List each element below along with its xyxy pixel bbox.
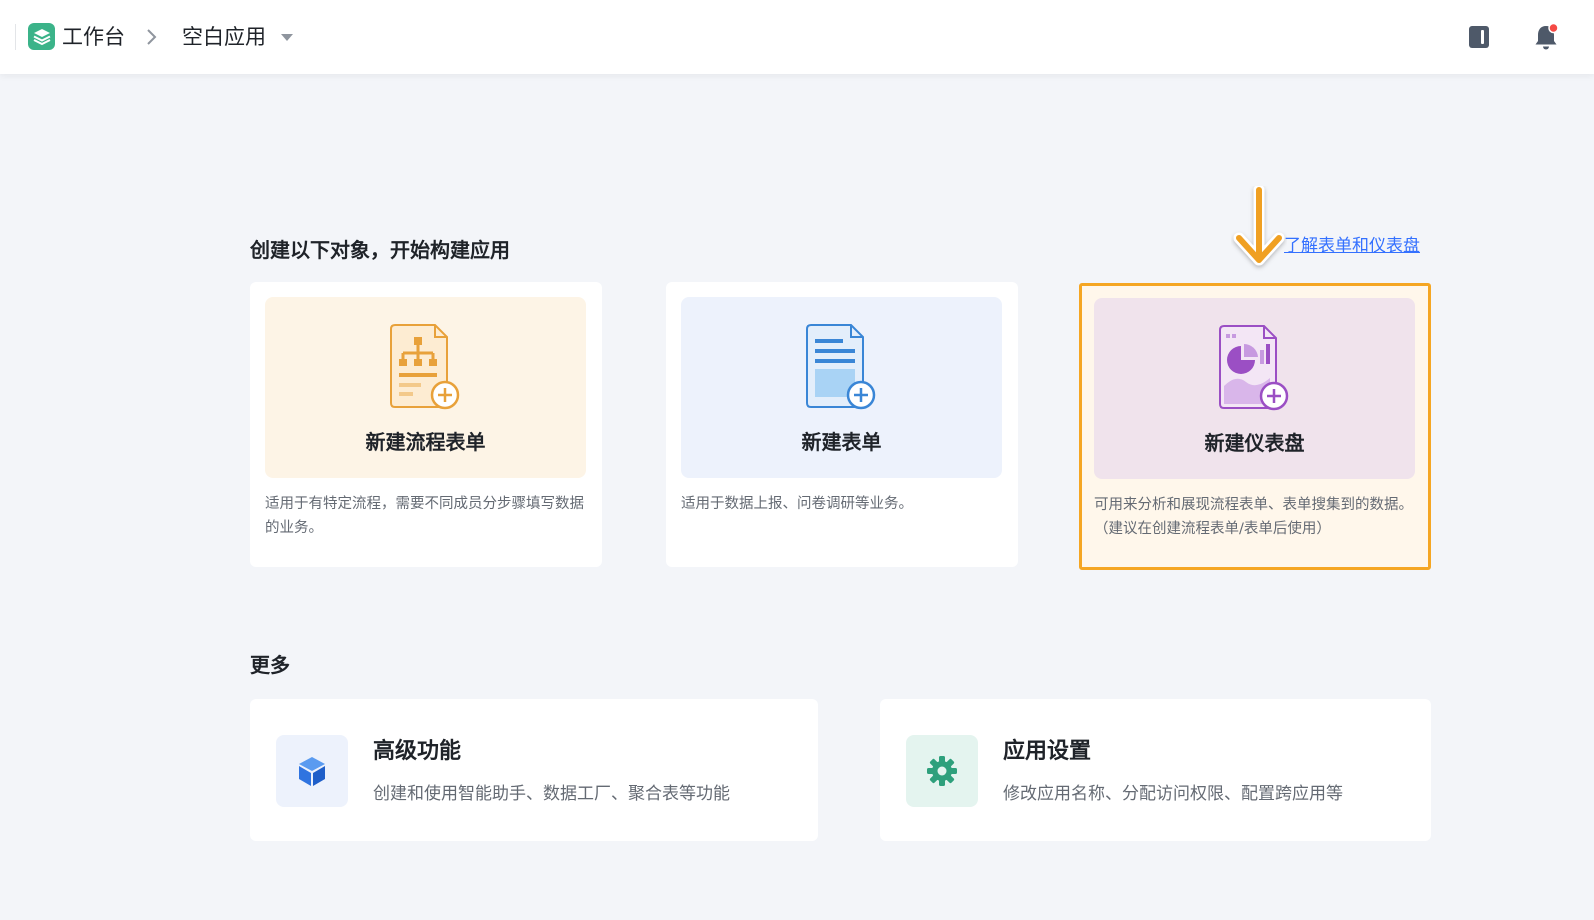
dashboard-icon xyxy=(1219,325,1289,411)
card-label: 新建表单 xyxy=(801,430,882,454)
breadcrumb-home[interactable]: 工作台 xyxy=(62,22,125,52)
topbar-divider xyxy=(15,24,16,50)
top-bar: 工作台 空白应用 xyxy=(0,0,1594,74)
cube-icon-box xyxy=(276,735,348,807)
caret-down-icon[interactable] xyxy=(280,30,294,44)
learn-forms-dashboards-link[interactable]: 了解表单和仪表盘 xyxy=(1284,233,1420,259)
card-description: 适用于数据上报、问卷调研等业务。 xyxy=(681,496,913,512)
create-section-title: 创建以下对象，开始构建应用 xyxy=(250,238,510,262)
more-item-description: 修改应用名称、分配访问权限、配置跨应用等 xyxy=(1003,784,1343,804)
more-item-title: 高级功能 xyxy=(373,739,462,764)
create-flow-form-card[interactable]: 新建流程表单 适用于有特定流程，需要不同成员分步骤填写数据的业务。 xyxy=(250,282,602,567)
form-icon xyxy=(806,324,876,410)
card-label: 新建仪表盘 xyxy=(1204,431,1305,455)
notification-bell-icon[interactable] xyxy=(1532,22,1560,52)
gear-icon-box xyxy=(906,735,978,807)
app-settings-card[interactable]: 应用设置 修改应用名称、分配访问权限、配置跨应用等 xyxy=(880,699,1431,841)
more-section-title: 更多 xyxy=(250,653,290,677)
flow-form-icon xyxy=(390,324,460,410)
create-form-card[interactable]: 新建表单 适用于数据上报、问卷调研等业务。 xyxy=(666,282,1018,567)
form-banner[interactable]: 新建表单 xyxy=(681,297,1002,478)
card-label: 新建流程表单 xyxy=(365,430,486,454)
chevron-right-icon xyxy=(147,29,157,45)
breadcrumb-app[interactable]: 空白应用 xyxy=(182,22,266,52)
create-dashboard-card[interactable]: 新建仪表盘 可用来分析和展现流程表单、表单搜集到的数据。（建议在创建流程表单/表… xyxy=(1079,283,1431,570)
arrow-down-icon xyxy=(1233,186,1285,266)
gear-icon xyxy=(927,756,957,786)
book-icon[interactable] xyxy=(1466,24,1492,50)
more-item-title: 应用设置 xyxy=(1003,739,1092,764)
card-description: 可用来分析和展现流程表单、表单搜集到的数据。（建议在创建流程表单/表单后使用） xyxy=(1094,497,1413,537)
dashboard-banner[interactable]: 新建仪表盘 xyxy=(1094,298,1415,479)
advanced-features-card[interactable]: 高级功能 创建和使用智能助手、数据工厂、聚合表等功能 xyxy=(250,699,818,841)
cube-icon xyxy=(299,757,325,786)
workspace-logo-icon[interactable] xyxy=(28,23,55,50)
card-description: 适用于有特定流程，需要不同成员分步骤填写数据的业务。 xyxy=(265,496,584,536)
flow-form-banner[interactable]: 新建流程表单 xyxy=(265,297,586,478)
more-item-description: 创建和使用智能助手、数据工厂、聚合表等功能 xyxy=(373,784,730,804)
